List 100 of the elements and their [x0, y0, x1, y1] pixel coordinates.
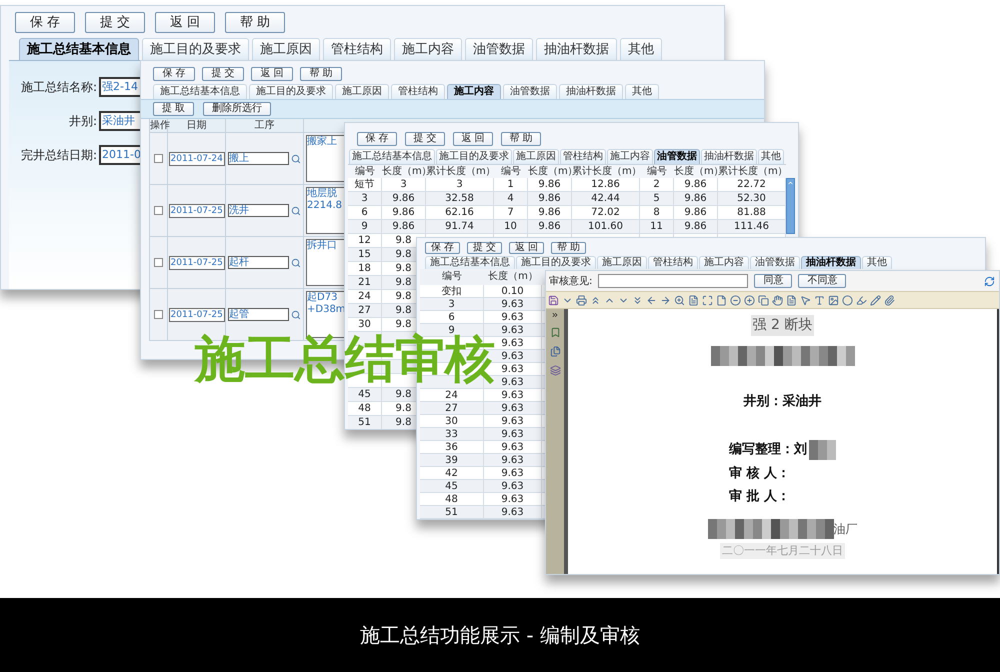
tab[interactable]: 施工内容 — [699, 256, 749, 269]
tab[interactable]: 施工内容 — [607, 149, 653, 164]
tab[interactable]: 其他 — [620, 38, 662, 60]
tab[interactable]: 管柱结构 — [648, 256, 698, 269]
text-icon[interactable] — [814, 294, 825, 306]
tab[interactable]: 抽油杆数据 — [701, 149, 757, 164]
tab[interactable]: 施工目的及要求 — [436, 149, 512, 164]
toolbar-button[interactable]: 删除所选行 — [203, 102, 272, 116]
search-icon[interactable] — [291, 206, 301, 216]
date-field[interactable]: 2011-07-25 — [168, 204, 224, 218]
input-field[interactable]: 强2-14 — [99, 77, 140, 97]
search-icon[interactable] — [291, 310, 301, 320]
input-field[interactable]: 洗井 — [228, 204, 290, 217]
toolbar-button[interactable]: 不同意 — [798, 274, 846, 288]
first-page-icon[interactable] — [590, 294, 601, 306]
copy-icon[interactable] — [758, 294, 769, 306]
input-field[interactable]: 采油井 — [99, 111, 140, 131]
single-page-icon[interactable] — [716, 294, 727, 306]
toolbar-button[interactable]: 保 存 — [15, 12, 75, 33]
tab[interactable]: 抽油杆数据 — [536, 38, 617, 60]
tab[interactable]: 油管数据 — [750, 256, 800, 269]
toolbar-button[interactable]: 返 回 — [453, 132, 493, 146]
text-area[interactable]: 拆井口 — [306, 239, 344, 286]
refresh-icon[interactable] — [984, 276, 995, 286]
tab[interactable]: 其他 — [862, 256, 892, 269]
layers-icon[interactable] — [550, 365, 560, 376]
hand-icon[interactable] — [772, 294, 783, 306]
toolbar-button[interactable]: 同意 — [754, 274, 792, 288]
scroll-up-icon[interactable] — [787, 179, 794, 187]
circle-icon[interactable] — [842, 294, 853, 306]
fit-page-icon[interactable] — [702, 294, 713, 306]
checkbox[interactable] — [154, 310, 163, 319]
tab[interactable]: 施工总结基本信息 — [425, 256, 515, 269]
tab[interactable]: 施工目的及要求 — [142, 38, 249, 60]
scrollbar[interactable] — [786, 178, 795, 234]
tab[interactable]: 施工原因 — [513, 149, 559, 164]
tab[interactable]: 施工总结基本信息 — [349, 149, 435, 164]
date-field[interactable]: 2011-07-24 — [168, 152, 224, 166]
zoom-plus-icon[interactable] — [744, 294, 755, 306]
tab[interactable]: 施工原因 — [252, 38, 320, 60]
tab[interactable]: 抽油杆数据 — [801, 256, 861, 269]
pencil-icon[interactable] — [870, 294, 881, 306]
text-area[interactable]: 地层脱 2214.8 — [306, 187, 344, 234]
expand-icon[interactable] — [551, 311, 559, 319]
search-icon[interactable] — [291, 154, 301, 164]
checkbox[interactable] — [154, 206, 163, 215]
tab[interactable]: 管柱结构 — [391, 84, 445, 99]
save-icon[interactable] — [548, 294, 559, 306]
date-field[interactable]: 2011-07-25 — [168, 256, 224, 270]
tab[interactable]: 施工总结基本信息 — [153, 84, 247, 99]
text-area[interactable]: 搬家上 — [306, 135, 344, 182]
tab[interactable]: 其他 — [758, 149, 784, 164]
toolbar-button[interactable]: 返 回 — [251, 67, 293, 81]
checkbox[interactable] — [154, 258, 163, 267]
toolbar-button[interactable]: 帮 助 — [300, 67, 342, 81]
pages-icon[interactable] — [550, 346, 560, 357]
tab[interactable]: 施工总结基本信息 — [19, 38, 139, 60]
tab[interactable]: 油管数据 — [503, 84, 557, 99]
bookmark-icon[interactable] — [550, 327, 560, 338]
toolbar-button[interactable]: 保 存 — [153, 67, 195, 81]
zoom-out-icon[interactable] — [730, 294, 741, 306]
tab[interactable]: 施工目的及要求 — [516, 256, 596, 269]
opinion-field[interactable] — [598, 274, 748, 288]
tab[interactable]: 管柱结构 — [323, 38, 391, 60]
tab[interactable]: 油管数据 — [465, 38, 533, 60]
highlighter-icon[interactable] — [856, 294, 867, 306]
search-icon[interactable] — [291, 258, 301, 268]
toolbar-button[interactable]: 返 回 — [155, 12, 215, 33]
toolbar-button[interactable]: 提 交 — [405, 132, 445, 146]
tab[interactable]: 施工原因 — [597, 256, 647, 269]
pointer-icon[interactable] — [800, 294, 811, 306]
tab[interactable]: 油管数据 — [654, 149, 700, 164]
toolbar-button[interactable]: 提 取 — [153, 102, 194, 116]
print-icon[interactable] — [576, 294, 587, 306]
tab[interactable]: 抽油杆数据 — [559, 84, 623, 99]
last-page-icon[interactable] — [632, 294, 643, 306]
toolbar-button[interactable]: 保 存 — [425, 242, 460, 254]
toolbar-button[interactable]: 帮 助 — [551, 242, 586, 254]
input-field[interactable]: 起管 — [228, 308, 290, 321]
toolbar-button[interactable]: 返 回 — [509, 242, 544, 254]
input-field[interactable]: 2011-0 — [99, 145, 140, 165]
forward-arrow-icon[interactable] — [660, 294, 671, 306]
tab[interactable]: 施工原因 — [335, 84, 389, 99]
date-field[interactable]: 2011-07-25 — [168, 308, 224, 322]
toolbar-button[interactable]: 帮 助 — [225, 12, 285, 33]
toolbar-button[interactable]: 帮 助 — [501, 132, 541, 146]
input-field[interactable]: 起杆 — [228, 256, 290, 269]
tab[interactable]: 施工内容 — [394, 38, 462, 60]
input-field[interactable]: 搬上 — [228, 152, 290, 165]
back-arrow-icon[interactable] — [646, 294, 657, 306]
tab[interactable]: 施工目的及要求 — [249, 84, 333, 99]
toolbar-button[interactable]: 提 交 — [202, 67, 244, 81]
toolbar-button[interactable]: 提 交 — [85, 12, 145, 33]
checkbox[interactable] — [154, 154, 163, 163]
page-icon[interactable] — [688, 294, 699, 306]
toolbar-button[interactable]: 保 存 — [357, 132, 397, 146]
paperclip-icon[interactable] — [884, 294, 895, 306]
tab[interactable]: 施工内容 — [447, 84, 501, 99]
image-icon[interactable] — [828, 294, 839, 306]
tab[interactable]: 管柱结构 — [560, 149, 606, 164]
